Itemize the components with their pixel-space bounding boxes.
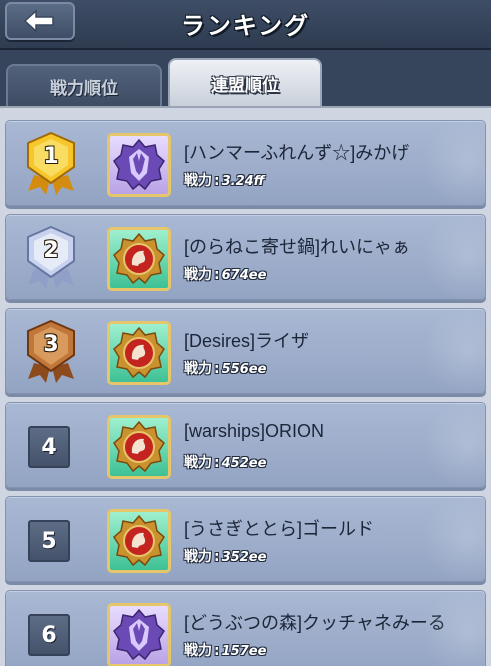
alliance-name: [どうぶつの森]クッチャネみーる — [184, 613, 446, 633]
power-label: 戦力 — [184, 361, 212, 377]
alliance-emblem — [107, 227, 171, 291]
rank-number: 4 — [28, 426, 70, 468]
alliance-emblem — [107, 415, 171, 479]
rank-number: 6 — [28, 614, 70, 656]
rank-number: 5 — [28, 520, 70, 562]
alliance-emblem — [107, 133, 171, 197]
alliance-emblem — [107, 603, 171, 666]
lion-emblem-icon — [113, 514, 165, 567]
power-colon: : — [214, 455, 220, 471]
rank-number: 1 — [43, 143, 59, 169]
header-bar: ランキング — [0, 0, 491, 50]
power-colon: : — [214, 173, 220, 189]
power-label: 戦力 — [184, 549, 212, 565]
ranking-list[interactable]: 1 [ハンマーふれんず☆]みかげ 戦力 : 3.24ff 2 [のらねこ寄せ鍋]… — [0, 106, 491, 666]
power-value: 352ee — [221, 550, 267, 565]
tab-alliance-ranking[interactable]: 連盟順位 — [168, 58, 322, 106]
page-title: ランキング — [180, 12, 311, 40]
alliance-emblem — [107, 509, 171, 573]
power-value: 556ee — [221, 362, 267, 377]
power-value: 3.24ff — [221, 174, 265, 189]
power-stat: 戦力 : 157ee — [184, 640, 266, 660]
power-colon: : — [214, 643, 220, 659]
power-label: 戦力 — [184, 643, 212, 659]
tab-bar: 戦力順位 連盟順位 — [0, 50, 491, 106]
alliance-name: [のらねこ寄せ鍋]れいにゃぁ — [184, 237, 411, 257]
ranking-row[interactable]: 5 [うさぎととら]ゴールド 戦力 : 352ee — [5, 496, 486, 582]
power-label: 戦力 — [184, 173, 212, 189]
alliance-name: [Desires]ライザ — [184, 331, 310, 351]
power-label: 戦力 — [184, 455, 212, 471]
power-stat: 戦力 : 452ee — [184, 452, 266, 472]
power-stat: 戦力 : 352ee — [184, 546, 266, 566]
rank-number: 3 — [43, 331, 59, 357]
wolf-emblem-icon — [113, 608, 165, 661]
alliance-name: [うさぎととら]ゴールド — [184, 519, 375, 539]
alliance-emblem — [107, 321, 171, 385]
ranking-row[interactable]: 3 [Desires]ライザ 戦力 : 556ee — [5, 308, 486, 394]
rank-number: 2 — [43, 237, 59, 263]
ranking-row[interactable]: 4 [warships]ORION 戦力 : 452ee — [5, 402, 486, 488]
alliance-name: [ハンマーふれんず☆]みかげ — [184, 143, 410, 163]
power-value: 452ee — [221, 456, 267, 471]
power-value: 674ee — [221, 268, 267, 283]
ranking-row[interactable]: 6 [どうぶつの森]クッチャネみーる 戦力 : 157ee — [5, 590, 486, 666]
lion-emblem-icon — [113, 326, 165, 379]
wolf-emblem-icon — [113, 138, 165, 191]
ranking-row[interactable]: 2 [のらねこ寄せ鍋]れいにゃぁ 戦力 : 674ee — [5, 214, 486, 300]
power-stat: 戦力 : 3.24ff — [184, 170, 265, 190]
ranking-row[interactable]: 1 [ハンマーふれんず☆]みかげ 戦力 : 3.24ff — [5, 120, 486, 206]
alliance-name: [warships]ORION — [184, 421, 325, 441]
lion-emblem-icon — [113, 420, 165, 473]
power-stat: 戦力 : 674ee — [184, 264, 266, 284]
power-stat: 戦力 : 556ee — [184, 358, 266, 378]
power-colon: : — [214, 267, 220, 283]
power-label: 戦力 — [184, 267, 212, 283]
power-colon: : — [214, 549, 220, 565]
power-value: 157ee — [221, 644, 267, 659]
power-colon: : — [214, 361, 220, 377]
lion-emblem-icon — [113, 232, 165, 285]
tab-power-ranking[interactable]: 戦力順位 — [6, 64, 162, 106]
